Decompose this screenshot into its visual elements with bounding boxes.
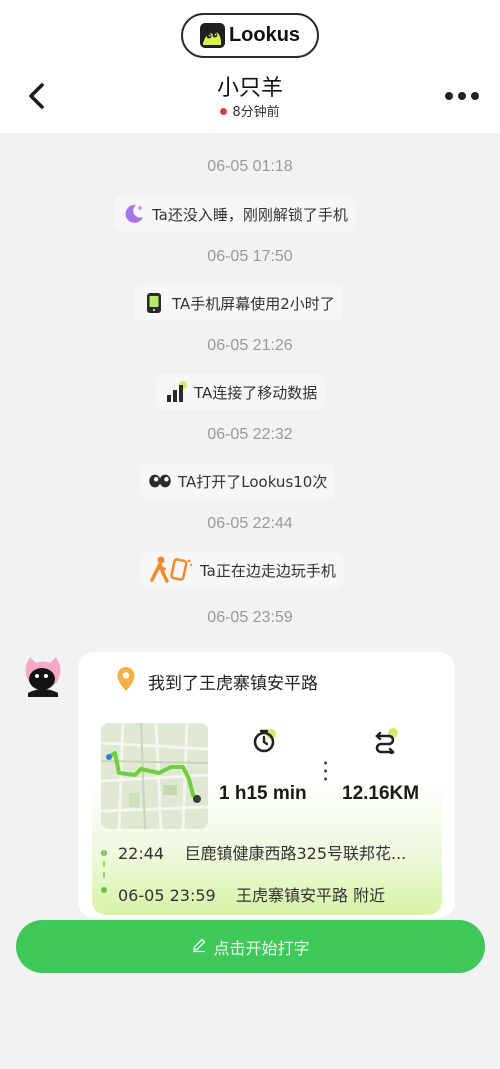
route-start-time: 22:44: [118, 844, 165, 863]
route-distance-icon: [373, 728, 399, 757]
trip-stats-panel: 1 h15 min 12.16KM 22:44 巨鹿镇健康西路325号联邦花..…: [92, 710, 442, 915]
timestamp: 06-05 17:50: [207, 248, 293, 265]
start-typing-label: 点击开始打字: [213, 938, 310, 958]
timestamp: 06-05 23:59: [207, 609, 293, 626]
status-dot: [220, 108, 228, 115]
route-start-place: 巨鹿镇健康西路325号联邦花...: [184, 844, 407, 863]
location-pin-icon: [116, 666, 136, 697]
timestamp: 06-05 22:32: [207, 426, 293, 443]
trip-card[interactable]: 我到了王虎寨镇安平路 1 h15 min 12.16KM 22:44 巨鹿镇健康…: [78, 652, 455, 918]
brand-badge: Lookus: [181, 13, 319, 58]
brand-name: Lookus: [228, 24, 301, 46]
signal-icon: [164, 380, 188, 404]
pencil-icon: [191, 937, 207, 957]
timestamp: 06-05 21:26: [207, 337, 293, 354]
event-mobile-data: TA连接了移动数据: [156, 374, 326, 410]
trip-duration: 1 h15 min: [219, 783, 307, 804]
trip-distance: 12.16KM: [342, 783, 420, 804]
event-app-opened: TA打开了Lookus10次: [140, 463, 336, 499]
top-bar: Lookus 小只羊 8分钟前: [0, 0, 500, 133]
phone-icon: [142, 291, 166, 315]
event-walking: Ta正在边走边玩手机: [140, 552, 344, 588]
route-end-row: 06-05 23:59 王虎寨镇安平路 附近: [118, 882, 385, 906]
event-screen-time: TA手机屏幕使用2小时了: [134, 285, 343, 321]
trip-card-title: 我到了王虎寨镇安平路: [116, 666, 318, 697]
last-seen-status: 8分钟前: [0, 101, 500, 120]
more-dots-icon: [445, 92, 479, 100]
start-typing-button[interactable]: 点击开始打字: [16, 920, 485, 973]
last-seen-text: 8分钟前: [232, 105, 280, 120]
event-text: TA打开了Lookus10次: [178, 472, 328, 491]
eyes-icon: [148, 469, 172, 493]
route-map-thumbnail[interactable]: [101, 723, 208, 829]
stats-divider: [324, 761, 327, 781]
lookus-logo-icon: [199, 23, 225, 48]
avatar[interactable]: [22, 655, 64, 697]
event-sleep: Ta还没入睡，刚刚解锁了手机: [114, 196, 356, 232]
route-end-time: 06-05 23:59: [118, 886, 216, 905]
timer-icon: [252, 728, 278, 754]
route-start-row: 22:44 巨鹿镇健康西路325号联邦花...: [118, 840, 406, 864]
event-text: Ta正在边走边玩手机: [200, 561, 336, 580]
timestamp: 06-05 22:44: [207, 515, 293, 532]
event-text: Ta还没入睡，刚刚解锁了手机: [152, 205, 348, 224]
event-text: TA手机屏幕使用2小时了: [172, 294, 335, 313]
timestamp: 06-05 01:18: [207, 158, 293, 175]
route-end-place: 王虎寨镇安平路 附近: [236, 886, 386, 905]
more-options-button[interactable]: [440, 86, 484, 106]
walking-phone-icon: [148, 556, 194, 583]
event-text: TA连接了移动数据: [194, 383, 318, 402]
moon-icon: [122, 202, 146, 226]
route-connector: [103, 850, 105, 878]
page-title: 小只羊: [216, 76, 283, 101]
arrival-text: 我到了王虎寨镇安平路: [148, 674, 318, 694]
route-end-dot: [101, 887, 107, 893]
